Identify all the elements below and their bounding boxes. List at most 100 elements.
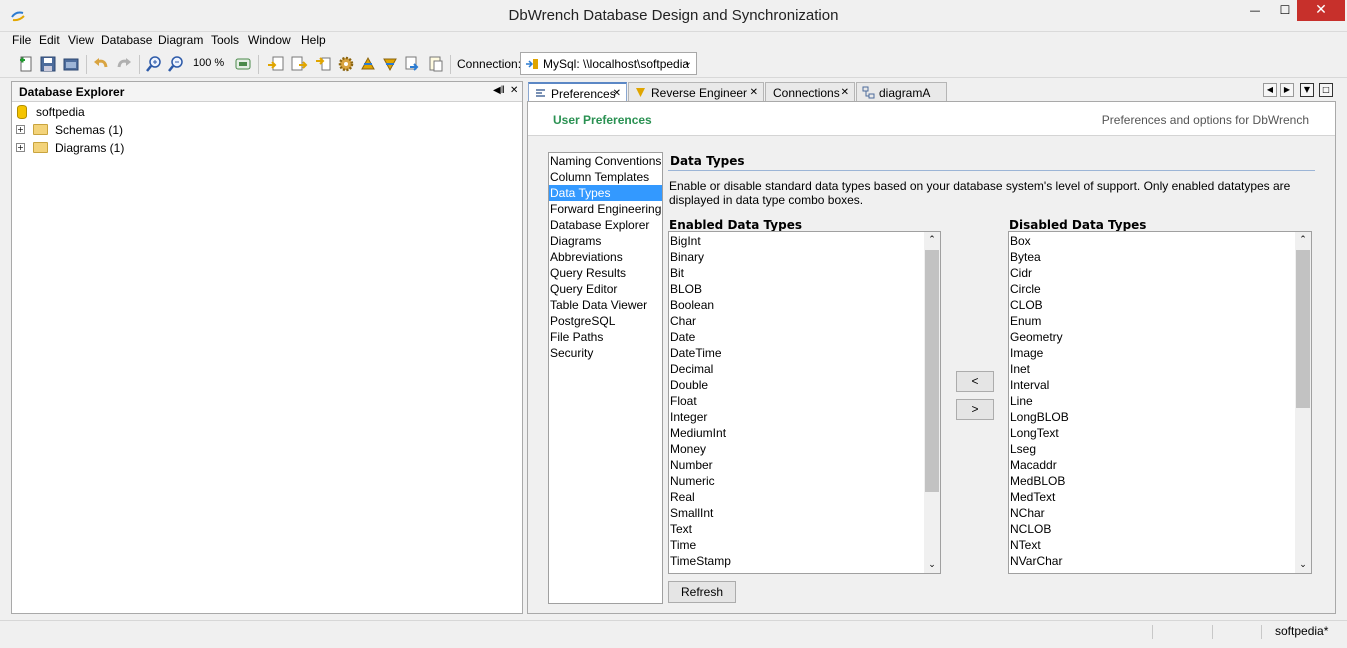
scroll-thumb[interactable] <box>925 250 939 492</box>
tab-close-icon[interactable]: ✕ <box>750 87 758 98</box>
list-item[interactable]: Image <box>1010 345 1043 361</box>
enabled-types-list[interactable]: BigInt Binary Bit BLOB Boolean Char Date DateTi… <box>668 231 941 574</box>
tab-close-icon[interactable]: ✕ <box>613 88 621 99</box>
new-icon[interactable] <box>17 55 35 73</box>
tab-scroll-right-icon[interactable]: ▶ <box>1280 83 1294 97</box>
scroll-down-icon[interactable]: ⌄ <box>1295 557 1311 573</box>
list-item[interactable]: NVarChar <box>1010 553 1062 569</box>
preferences-category-list[interactable]: Naming Conventions Column Templates Data… <box>548 152 663 604</box>
list-item[interactable]: Box <box>1010 233 1031 249</box>
list-item[interactable]: Lseg <box>1010 441 1036 457</box>
list-item[interactable]: Bit <box>670 265 684 281</box>
connection-select[interactable]: MySql: \\localhost\softpedia ⌄ <box>520 52 697 75</box>
tab-scroll-left-icon[interactable]: ◀ <box>1263 83 1277 97</box>
zoom-level[interactable]: 100 % <box>193 57 224 69</box>
list-item[interactable]: LongBLOB <box>1010 409 1069 425</box>
list-item[interactable]: Money <box>670 441 706 457</box>
list-item[interactable]: Line <box>1010 393 1033 409</box>
tab-preferences[interactable]: Preferences ✕ <box>528 82 627 103</box>
menu-diagram[interactable]: Diagram <box>158 33 203 47</box>
expand-icon[interactable]: + <box>16 125 25 134</box>
list-item[interactable]: Numeric <box>670 473 715 489</box>
disabled-types-list[interactable]: Box Bytea Cidr Circle CLOB Enum Geometry Image I… <box>1008 231 1312 574</box>
close-button[interactable]: ✕ <box>1297 0 1345 21</box>
import-icon[interactable] <box>267 55 285 73</box>
tree-node-diagrams[interactable]: Diagrams (1) <box>55 141 124 155</box>
script-icon[interactable] <box>427 55 445 73</box>
compare-icon[interactable] <box>404 55 422 73</box>
refresh-button[interactable]: Refresh <box>668 581 736 603</box>
list-item[interactable]: Time <box>670 537 696 553</box>
sync-icon[interactable] <box>314 55 332 73</box>
menu-window[interactable]: Window <box>248 33 291 47</box>
save-icon[interactable] <box>39 55 57 73</box>
maximize-window-icon[interactable]: □ <box>1319 83 1333 97</box>
list-item[interactable]: Number <box>670 457 713 473</box>
list-item[interactable]: Cidr <box>1010 265 1032 281</box>
tree-node-schemas[interactable]: Schemas (1) <box>55 123 123 137</box>
list-item[interactable]: Macaddr <box>1010 457 1057 473</box>
list-item[interactable]: Interval <box>1010 377 1049 393</box>
list-item[interactable]: Boolean <box>670 297 714 313</box>
list-item[interactable]: BigInt <box>670 233 701 249</box>
list-item[interactable]: NChar <box>1010 505 1045 521</box>
tab-close-icon[interactable]: ✕ <box>841 87 849 98</box>
scroll-down-icon[interactable]: ⌄ <box>924 557 940 573</box>
tab-connections[interactable]: Connections ✕ <box>765 82 855 102</box>
category-postgresql[interactable]: PostgreSQL <box>549 313 662 329</box>
category-query-editor[interactable]: Query Editor <box>549 281 662 297</box>
settings-icon[interactable] <box>337 55 355 73</box>
panel-pin-icon[interactable]: ◀‖ <box>493 85 505 96</box>
reverse-engineer-icon[interactable] <box>381 55 399 73</box>
expand-icon[interactable]: + <box>16 143 25 152</box>
category-table-data-viewer[interactable]: Table Data Viewer <box>549 297 662 313</box>
enabled-list-scrollbar[interactable]: ⌃ ⌄ <box>924 232 940 573</box>
zoom-out-icon[interactable] <box>167 55 185 73</box>
export-icon[interactable] <box>290 55 308 73</box>
list-item[interactable]: CLOB <box>1010 297 1043 313</box>
category-security[interactable]: Security <box>549 345 662 361</box>
category-database-explorer[interactable]: Database Explorer <box>549 217 662 233</box>
category-abbreviations[interactable]: Abbreviations <box>549 249 662 265</box>
scroll-up-icon[interactable]: ⌃ <box>924 232 940 248</box>
tab-reverse-engineer[interactable]: Reverse Engineer ✕ <box>628 82 764 102</box>
list-item[interactable]: Inet <box>1010 361 1030 377</box>
menu-help[interactable]: Help <box>301 33 326 47</box>
tab-list-dropdown-icon[interactable]: ▼ <box>1300 83 1314 97</box>
list-item[interactable]: MedText <box>1010 489 1055 505</box>
list-item[interactable]: DateTime <box>670 345 722 361</box>
list-item[interactable]: LongText <box>1010 425 1059 441</box>
list-item[interactable]: Date <box>670 329 695 345</box>
list-item[interactable]: SmallInt <box>670 505 713 521</box>
list-item[interactable]: Char <box>670 313 696 329</box>
redo-icon[interactable] <box>115 55 133 73</box>
category-data-types[interactable]: Data Types <box>549 185 662 201</box>
menu-database[interactable]: Database <box>101 33 152 47</box>
list-item[interactable]: Bytea <box>1010 249 1041 265</box>
move-to-disabled-button[interactable]: > <box>956 399 994 420</box>
disabled-list-scrollbar[interactable]: ⌃ ⌄ <box>1295 232 1311 573</box>
list-item[interactable]: Circle <box>1010 281 1041 297</box>
tab-diagrama[interactable]: diagramA <box>856 82 947 102</box>
move-to-enabled-button[interactable]: < <box>956 371 994 392</box>
panel-close-icon[interactable]: ✕ <box>510 85 518 96</box>
category-forward-engineering[interactable]: Forward Engineering <box>549 201 662 217</box>
category-naming-conventions[interactable]: Naming Conventions <box>549 153 662 169</box>
list-item[interactable]: Double <box>670 377 708 393</box>
list-item[interactable]: TimeStamp <box>670 553 731 569</box>
list-item[interactable]: Text <box>670 521 692 537</box>
list-item[interactable]: NText <box>1010 537 1041 553</box>
list-item[interactable]: MediumInt <box>670 425 726 441</box>
zoom-value-icon[interactable] <box>234 55 252 73</box>
zoom-in-icon[interactable] <box>145 55 163 73</box>
category-diagrams[interactable]: Diagrams <box>549 233 662 249</box>
list-item[interactable]: NCLOB <box>1010 521 1051 537</box>
category-column-templates[interactable]: Column Templates <box>549 169 662 185</box>
list-item[interactable]: Float <box>670 393 697 409</box>
category-query-results[interactable]: Query Results <box>549 265 662 281</box>
undo-icon[interactable] <box>92 55 110 73</box>
category-file-paths[interactable]: File Paths <box>549 329 662 345</box>
forward-engineer-icon[interactable] <box>359 55 377 73</box>
list-item[interactable]: Binary <box>670 249 704 265</box>
menu-edit[interactable]: Edit <box>39 33 60 47</box>
